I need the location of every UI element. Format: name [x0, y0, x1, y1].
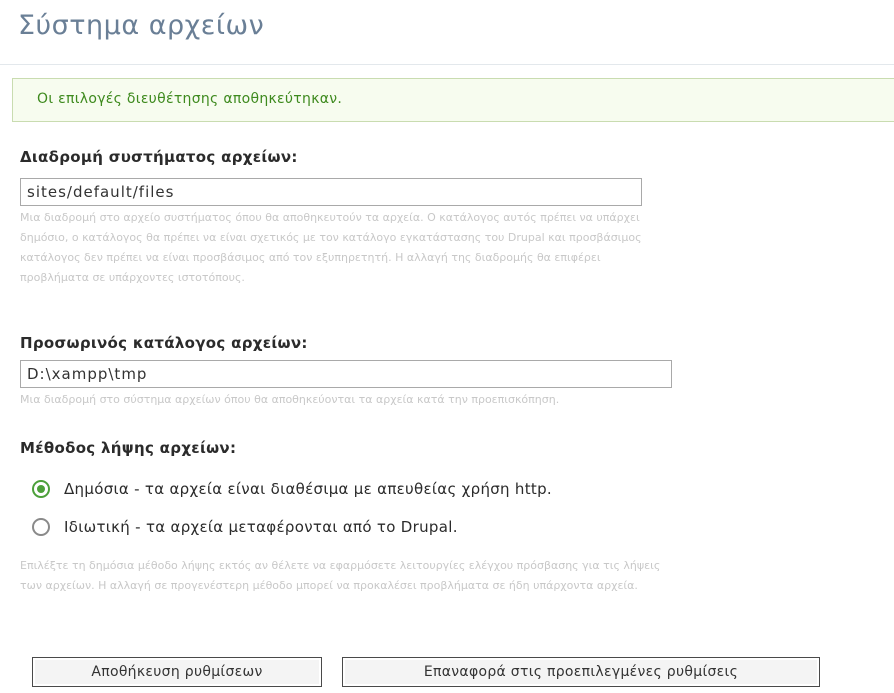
radio-private-button[interactable] [32, 518, 50, 536]
file-system-path-label: Διαδρομή συστήματος αρχείων: [20, 148, 298, 166]
file-system-settings-page: Σύστημα αρχείων Οι επιλογές διευθέτησης … [0, 0, 894, 693]
file-system-path-help: Μια διαδρομή στο αρχείο συστήματος όπου … [20, 208, 894, 288]
reset-defaults-button[interactable]: Επαναφορά στις προεπιλεγμένες ρυθμίσεις [342, 657, 820, 687]
status-message: Οι επιλογές διευθέτησης αποθηκεύτηκαν. [37, 91, 343, 107]
temp-directory-help: Μια διαδρομή στο σύστημα αρχείων όπου θα… [20, 393, 560, 406]
help-line: των αρχείων. Η αλλαγή σε προγενέστερη μέ… [20, 579, 638, 592]
download-method-label: Μέθοδος λήψης αρχείων: [20, 439, 237, 457]
save-settings-button[interactable]: Αποθήκευση ρυθμίσεων [32, 657, 322, 687]
help-line: Μια διαδρομή στο αρχείο συστήματος όπου … [20, 211, 640, 224]
radio-public-button[interactable] [32, 480, 50, 498]
radio-private[interactable]: Ιδιωτική - τα αρχεία μεταφέρονται από το… [32, 518, 458, 536]
page-title: Σύστημα αρχείων [18, 10, 265, 41]
help-line: προβλήματα σε υπάρχοντες ιστοτόπους. [20, 271, 245, 284]
title-divider [0, 64, 894, 65]
file-system-path-input[interactable] [20, 178, 642, 206]
radio-public[interactable]: Δημόσια - τα αρχεία είναι διαθέσιμα με α… [32, 480, 552, 498]
temp-directory-input[interactable] [20, 360, 672, 388]
radio-public-label: Δημόσια - τα αρχεία είναι διαθέσιμα με α… [64, 480, 552, 498]
help-line: Επιλέξτε τη δημόσια μέθοδο λήψης εκτός α… [20, 559, 661, 572]
status-message-box: Οι επιλογές διευθέτησης αποθηκεύτηκαν. [12, 78, 894, 122]
temp-directory-label: Προσωρινός κατάλογος αρχείων: [20, 334, 308, 352]
help-line: κατάλογος δεν πρέπει να είναι προσβάσιμο… [20, 251, 601, 264]
download-method-help: Επιλέξτε τη δημόσια μέθοδο λήψης εκτός α… [20, 556, 894, 596]
radio-private-label: Ιδιωτική - τα αρχεία μεταφέρονται από το… [64, 518, 458, 536]
help-line: δημόσιο, ο κατάλογος θα πρέπει να είναι … [20, 231, 642, 244]
